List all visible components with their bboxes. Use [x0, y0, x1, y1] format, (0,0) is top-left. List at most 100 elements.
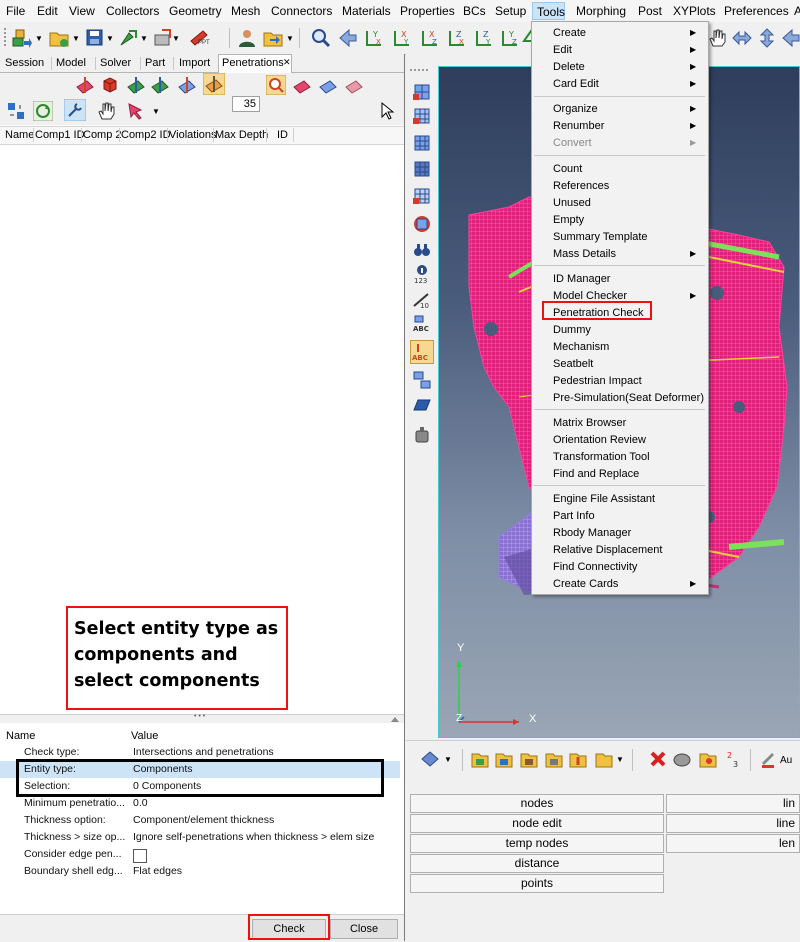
menu-item-unused[interactable]: Unused	[553, 197, 591, 209]
renumber-icon[interactable]: 23	[724, 749, 744, 769]
menu-item-relative-displacement[interactable]: Relative Displacement	[553, 544, 662, 556]
distance-button[interactable]: distance	[410, 854, 664, 873]
panel-splitter[interactable]: • • •	[0, 713, 404, 723]
menu-item-empty[interactable]: Empty	[553, 214, 584, 226]
zoom-icon[interactable]	[310, 27, 332, 49]
tab-close-icon[interactable]: ✕	[283, 57, 291, 68]
menu-item-find-and-replace[interactable]: Find and Replace	[553, 468, 639, 480]
points-button[interactable]: points	[410, 874, 664, 893]
menu-file[interactable]: File	[6, 4, 25, 18]
show-intersections-icon[interactable]	[126, 75, 146, 95]
folder-dropdown-icon[interactable]: ▼	[616, 755, 624, 764]
pan-horizontal-icon[interactable]	[731, 27, 753, 49]
menu-item-edit[interactable]: Edit	[553, 44, 572, 56]
prop-row-thickness-size[interactable]: Thickness > size op... Ignore self-penet…	[0, 829, 400, 846]
menu-item-create[interactable]: Create	[553, 27, 586, 39]
menu-collectors[interactable]: Collectors	[106, 4, 159, 18]
rotate-right-icon[interactable]	[780, 27, 800, 49]
tab-session[interactable]: Session	[2, 56, 47, 72]
import-dropdown-arrow-icon[interactable]: ▼	[35, 34, 43, 43]
import-geom-dropdown-icon[interactable]: ▼	[140, 34, 148, 43]
config-icon[interactable]	[6, 101, 26, 121]
lines-button[interactable]: lin	[666, 794, 800, 813]
material-folder-icon[interactable]	[519, 749, 539, 769]
show-penetrations-icon[interactable]	[75, 75, 95, 95]
graphics-2d-icon[interactable]	[412, 370, 432, 390]
prop-value[interactable]: 0.0	[133, 797, 148, 809]
mesh-lines-icon[interactable]	[412, 186, 432, 206]
auto-fix-icon[interactable]	[203, 73, 225, 95]
view-dropdown-arrow-icon[interactable]: ▼	[444, 755, 452, 764]
delete-x-icon[interactable]	[648, 749, 668, 769]
line-edit-button[interactable]: line	[666, 814, 800, 833]
refresh-icon[interactable]	[33, 101, 53, 121]
col-max-depth[interactable]: Max Depth	[215, 129, 268, 141]
load-folder-icon[interactable]	[568, 749, 588, 769]
import-model-icon[interactable]	[10, 27, 32, 49]
menu-preferences[interactable]: Preferences	[724, 4, 789, 18]
show-edges-icon[interactable]	[150, 75, 170, 95]
menu-item-mechanism[interactable]: Mechanism	[553, 341, 609, 353]
measure-icon[interactable]: 10	[412, 290, 432, 310]
thickness-display-icon[interactable]	[318, 75, 338, 95]
menu-item-orientation-review[interactable]: Orientation Review	[553, 434, 646, 446]
menu-item-pedestrian-impact[interactable]: Pedestrian Impact	[553, 375, 642, 387]
flat-edge-icon[interactable]	[344, 75, 364, 95]
menu-item-summary-template[interactable]: Summary Template	[553, 231, 648, 243]
tab-part[interactable]: Part	[142, 56, 168, 72]
save-dropdown-arrow-icon[interactable]: ▼	[106, 34, 114, 43]
view-xy-icon[interactable]: YX	[362, 27, 384, 49]
col-name[interactable]: Name	[5, 129, 34, 141]
tab-penetrations[interactable]: Penetrations ✕	[218, 54, 292, 73]
component-folder-icon[interactable]	[470, 749, 490, 769]
menu-item-matrix-browser[interactable]: Matrix Browser	[553, 417, 626, 429]
unmask-folder-icon[interactable]	[698, 749, 718, 769]
tab-import[interactable]: Import	[176, 56, 213, 72]
splitter-grip-icon[interactable]: • • •	[194, 713, 205, 720]
menu-item-pre-simulation[interactable]: Pre-Simulation(Seat Deformer)	[553, 392, 704, 404]
col-violations[interactable]: Violations	[169, 129, 217, 141]
close-button[interactable]: Close	[330, 919, 398, 939]
col-comp2[interactable]: Comp 2	[83, 129, 122, 141]
col-comp2-id[interactable]: Comp2 ID	[121, 129, 171, 141]
node-edit-button[interactable]: node edit	[410, 814, 664, 833]
prop-row-boundary-shell[interactable]: Boundary shell edg... Flat edges	[0, 863, 400, 880]
menu-item-organize[interactable]: Organize	[553, 103, 598, 115]
color-by-component-icon[interactable]	[412, 214, 432, 234]
menu-view[interactable]: View	[69, 4, 95, 18]
show-cube-icon[interactable]	[100, 75, 120, 95]
view-zx-icon[interactable]: ZX	[445, 27, 467, 49]
menu-morphing[interactable]: Morphing	[576, 4, 626, 18]
menu-item-seatbelt[interactable]: Seatbelt	[553, 358, 593, 370]
scroll-up-arrow-icon[interactable]	[390, 715, 400, 723]
hand-select-icon[interactable]	[96, 101, 116, 121]
select-dropdown-arrow-icon[interactable]: ▼	[152, 107, 160, 116]
col-comp1-id[interactable]: Comp1 ID	[35, 129, 85, 141]
menu-item-mass-details[interactable]: Mass Details	[553, 248, 616, 260]
menu-item-transformation-tool[interactable]: Transformation Tool	[553, 451, 650, 463]
open-model-icon[interactable]	[48, 27, 70, 49]
tab-solver[interactable]: Solver	[97, 56, 134, 72]
view-yx-icon[interactable]: XY	[390, 27, 412, 49]
save-icon[interactable]	[84, 27, 106, 49]
menu-item-dummy[interactable]: Dummy	[553, 324, 591, 336]
prop-value[interactable]: Intersections and penetrations	[133, 746, 274, 758]
select-folder-icon[interactable]	[594, 749, 614, 769]
import-solver-dropdown-icon[interactable]: ▼	[172, 34, 180, 43]
property-folder-icon[interactable]	[544, 749, 564, 769]
menu-item-rbody-manager[interactable]: Rbody Manager	[553, 527, 631, 539]
mesh-shaded-icon[interactable]	[412, 82, 432, 102]
menu-edit[interactable]: Edit	[37, 4, 58, 18]
open-folder-icon[interactable]	[262, 27, 284, 49]
folder-dropdown-arrow-icon[interactable]: ▼	[286, 34, 294, 43]
import-geometry-icon[interactable]	[117, 27, 139, 49]
label-icon[interactable]: ABC	[412, 314, 432, 334]
menu-connectors[interactable]: Connectors	[271, 4, 332, 18]
weight-mass-icon[interactable]	[412, 424, 432, 444]
fix-penetration-icon[interactable]	[177, 75, 197, 95]
col-id[interactable]: ID	[277, 129, 288, 141]
prop-row-thickness-option[interactable]: Thickness option: Component/element thic…	[0, 812, 400, 829]
rotate-left-icon[interactable]	[337, 27, 359, 49]
model-view-icon[interactable]	[420, 749, 440, 769]
find-binoculars-icon[interactable]	[412, 240, 432, 260]
